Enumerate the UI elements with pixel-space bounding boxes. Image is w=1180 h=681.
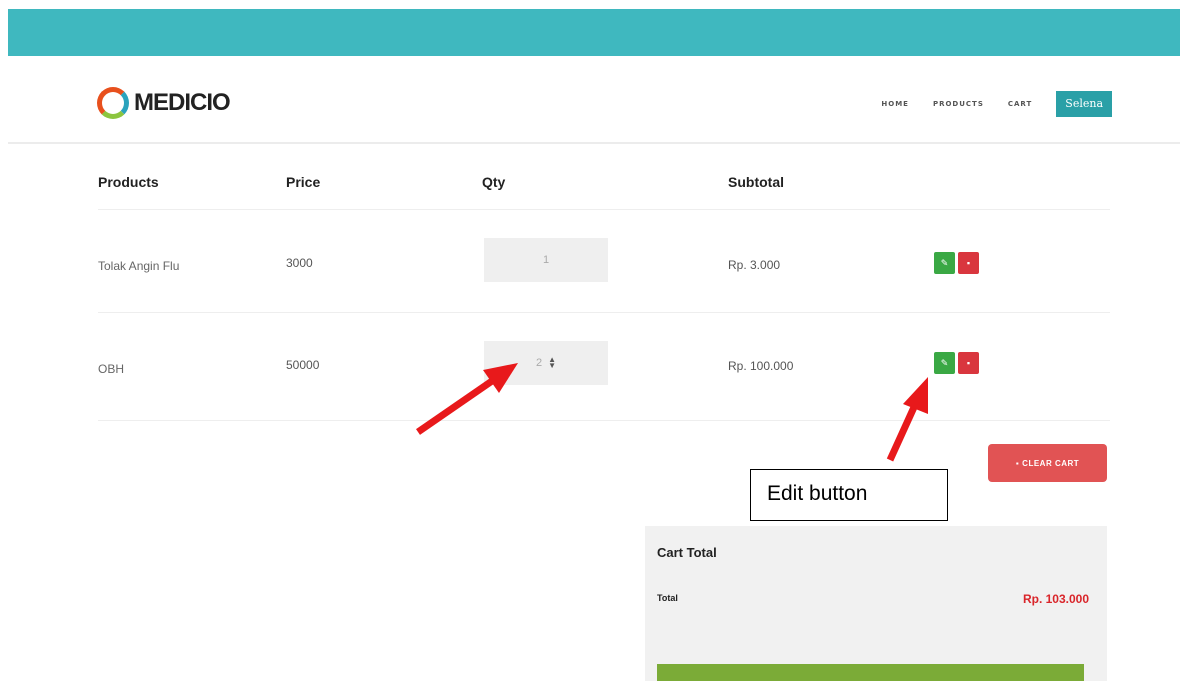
arrow-to-edit [886, 377, 928, 462]
arrow-to-qty [416, 363, 518, 435]
annotation-arrows [416, 363, 928, 462]
